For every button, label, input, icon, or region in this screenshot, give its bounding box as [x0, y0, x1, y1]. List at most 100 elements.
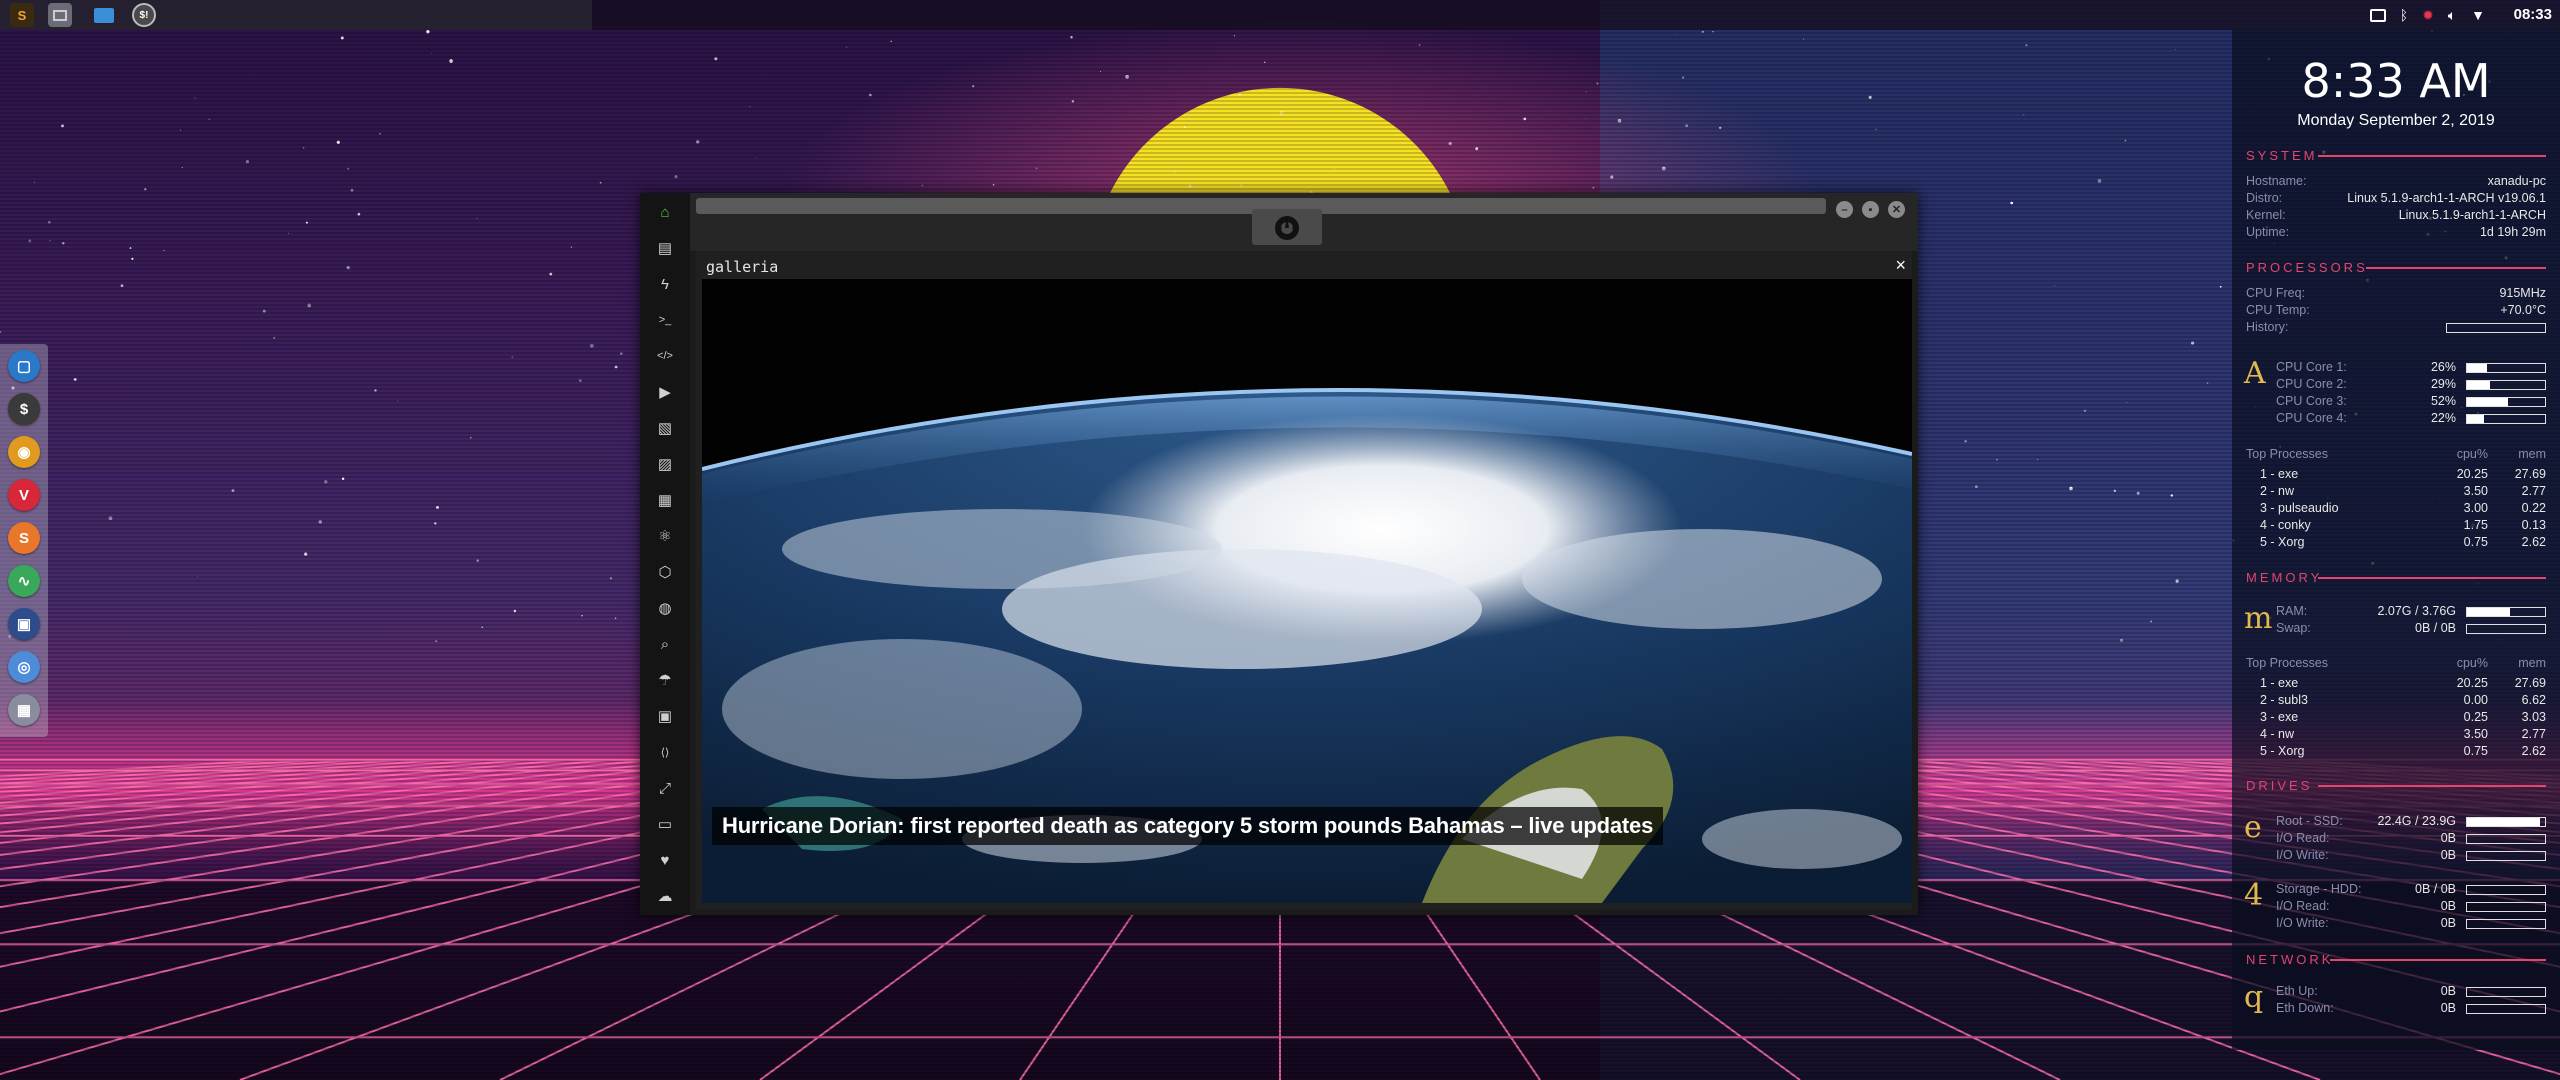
- scripts-launcher[interactable]: $!: [132, 3, 156, 27]
- dock-display-button[interactable]: ▣: [8, 608, 40, 640]
- process-mem: 27.69: [2514, 676, 2546, 690]
- conky-panel: 8:33 AM Monday September 2, 2019 SYSTEM H…: [2232, 30, 2560, 1050]
- cpu-core-row-value: 52%: [2430, 394, 2456, 408]
- drive-row: I/O Write: 0B: [2276, 916, 2546, 932]
- sidebar-globe-button[interactable]: ◍: [653, 596, 677, 620]
- top-clock[interactable]: 08:33: [2514, 6, 2552, 23]
- search-icon: ⌕: [660, 635, 670, 653]
- process-mem: 0.22: [2521, 501, 2546, 515]
- memory-process-row: 3 - exe 0.25 3.03: [2246, 710, 2546, 726]
- processor-row-value: 915MHz: [2499, 286, 2546, 300]
- sidebar-document-button[interactable]: ▤: [653, 236, 677, 260]
- sidebar-umbrella-button[interactable]: ☂: [653, 668, 677, 692]
- drive-row-bar-fill: [2467, 818, 2541, 826]
- sublime-launcher[interactable]: S: [10, 3, 34, 27]
- drive-row-value: 0B: [2440, 916, 2456, 930]
- network-letter-icon: q: [2244, 980, 2264, 1015]
- dock-sublime-button[interactable]: S: [8, 522, 40, 554]
- close-button[interactable]: ✕: [1888, 201, 1905, 218]
- system-heading-line: [2318, 155, 2546, 157]
- files-launcher[interactable]: [92, 3, 116, 27]
- system-row-value: 1d 19h 29m: [2479, 225, 2546, 239]
- sidebar-home-button[interactable]: ⌂: [653, 200, 677, 224]
- system-row: Kernel: Linux 5.1.9-arch1-1-ARCH: [2246, 208, 2546, 224]
- process-mem: 2.62: [2521, 744, 2546, 758]
- sidebar-gallery-button[interactable]: ▧: [653, 416, 677, 440]
- process-cpu: 20.25: [2456, 676, 2488, 690]
- minimize-button[interactable]: –: [1836, 201, 1853, 218]
- sidebar-graphql-button[interactable]: ⬡: [653, 560, 677, 584]
- screenshot-tray-icon[interactable]: [2368, 5, 2388, 25]
- memory-row: Swap: 0B / 0B: [2276, 621, 2546, 637]
- cpu-core-row-label: CPU Core 4:: [2276, 411, 2347, 425]
- sidebar-bolt-button[interactable]: ϟ: [653, 272, 677, 296]
- process-cpu: 0.00: [2463, 693, 2488, 707]
- update-tray-icon[interactable]: ✹: [2418, 5, 2438, 25]
- window-switcher[interactable]: [48, 3, 72, 27]
- sidebar-news-button[interactable]: ▦: [653, 488, 677, 512]
- folder-icon: [94, 7, 114, 23]
- memory-process-row: 5 - Xorg 0.75 2.62: [2246, 744, 2546, 760]
- drive-row-label: I/O Write:: [2276, 916, 2329, 930]
- process-mem: 27.69: [2514, 467, 2546, 481]
- bluetooth-tray-icon[interactable]: ᛒ: [2394, 5, 2414, 25]
- dock-ubuntu-button[interactable]: ◉: [8, 436, 40, 468]
- sidebar-youtube-button[interactable]: ▭: [653, 812, 677, 836]
- sidebar-react-button[interactable]: ⚛: [653, 524, 677, 548]
- news-caption[interactable]: Hurricane Dorian: first reported death a…: [712, 807, 1664, 845]
- cpu-history-graph: [2446, 323, 2546, 333]
- drive-row-bar: [2466, 817, 2546, 827]
- sidebar-heart-button[interactable]: ♥: [653, 848, 677, 872]
- memory-letter-icon: m: [2244, 601, 2273, 636]
- dock-terminal-button[interactable]: $: [8, 393, 40, 425]
- cpu-core-row-value: 26%: [2430, 360, 2456, 374]
- processors-letter-icon: A: [2244, 356, 2266, 391]
- process-mem: 0.13: [2521, 518, 2546, 532]
- maximize-button[interactable]: ▪: [1862, 201, 1879, 218]
- app-titlebar[interactable]: – ▪ ✕: [690, 193, 1918, 251]
- dock-monitor-button[interactable]: ∿: [8, 565, 40, 597]
- gallery-image[interactable]: Hurricane Dorian: first reported death a…: [702, 279, 1912, 903]
- app-logo-tab[interactable]: [1252, 209, 1322, 245]
- wifi-tray-icon[interactable]: ▼: [2468, 5, 2488, 25]
- system-row: Hostname: xanadu-pc: [2246, 174, 2546, 190]
- app-sidebar: ⌂ ▤ ϟ >_ </> ▶ ▧ ▨ ▦ ⚛ ⬡ ◍ ⌕ ☂ ▣ ⟨⟩ ⤢ ▭ ♥ ☁: [640, 193, 690, 915]
- drive-row-value: 0B: [2440, 848, 2456, 862]
- drives-heading-line: [2318, 785, 2546, 787]
- cpu-core-row-label: CPU Core 2:: [2276, 377, 2347, 391]
- cpu-core-row-label: CPU Core 1:: [2276, 360, 2347, 374]
- sidebar-cloud-button[interactable]: ☁: [653, 884, 677, 908]
- bluetooth-icon: ᛒ: [2399, 7, 2409, 23]
- memory-row-label: Swap:: [2276, 621, 2311, 635]
- minimize-icon: –: [1841, 203, 1848, 216]
- dock-vivaldi-button[interactable]: V: [8, 479, 40, 511]
- taskbar: S $!: [0, 0, 592, 30]
- viewer-close-button[interactable]: ×: [1895, 255, 1906, 276]
- sidebar-contact-button[interactable]: ▣: [653, 704, 677, 728]
- dock-chromium-button[interactable]: ◎: [8, 651, 40, 683]
- dock-files-button[interactable]: ▢: [8, 350, 40, 382]
- volume-tray-icon[interactable]: 🔈︎: [2442, 5, 2462, 25]
- memory-top-processes-label: Top Processes: [2246, 656, 2328, 670]
- memory-heading: MEMORY: [2246, 570, 2323, 585]
- sidebar-search-button[interactable]: ⌕: [653, 632, 677, 656]
- cpu-core-row-bar-fill: [2467, 364, 2488, 372]
- cpu-core-row-bar-fill: [2467, 398, 2508, 406]
- process-mem: 2.77: [2521, 727, 2546, 741]
- cpu-core-row: CPU Core 3: 52%: [2276, 394, 2546, 410]
- youtube-icon: ▭: [657, 816, 673, 833]
- viewer-title: galleria: [706, 258, 779, 276]
- drive-row-value: 22.4G / 23.9G: [2377, 814, 2456, 828]
- dock-display-icon: ▣: [16, 616, 32, 633]
- process-cpu: 1.75: [2463, 518, 2488, 532]
- play-icon: ▶: [659, 384, 671, 401]
- sidebar-terminal-button[interactable]: >_: [653, 308, 677, 332]
- sidebar-expand-button[interactable]: ⤢: [653, 776, 677, 800]
- news-icon: ▦: [657, 492, 673, 509]
- sidebar-api-button[interactable]: ⟨⟩: [653, 740, 677, 764]
- sidebar-image-button[interactable]: ▨: [653, 452, 677, 476]
- process-name: 2 - nw: [2260, 484, 2295, 498]
- sidebar-play-button[interactable]: ▶: [653, 380, 677, 404]
- dock-workspaces-button[interactable]: ▦: [8, 694, 40, 726]
- sidebar-code-button[interactable]: </>: [653, 344, 677, 368]
